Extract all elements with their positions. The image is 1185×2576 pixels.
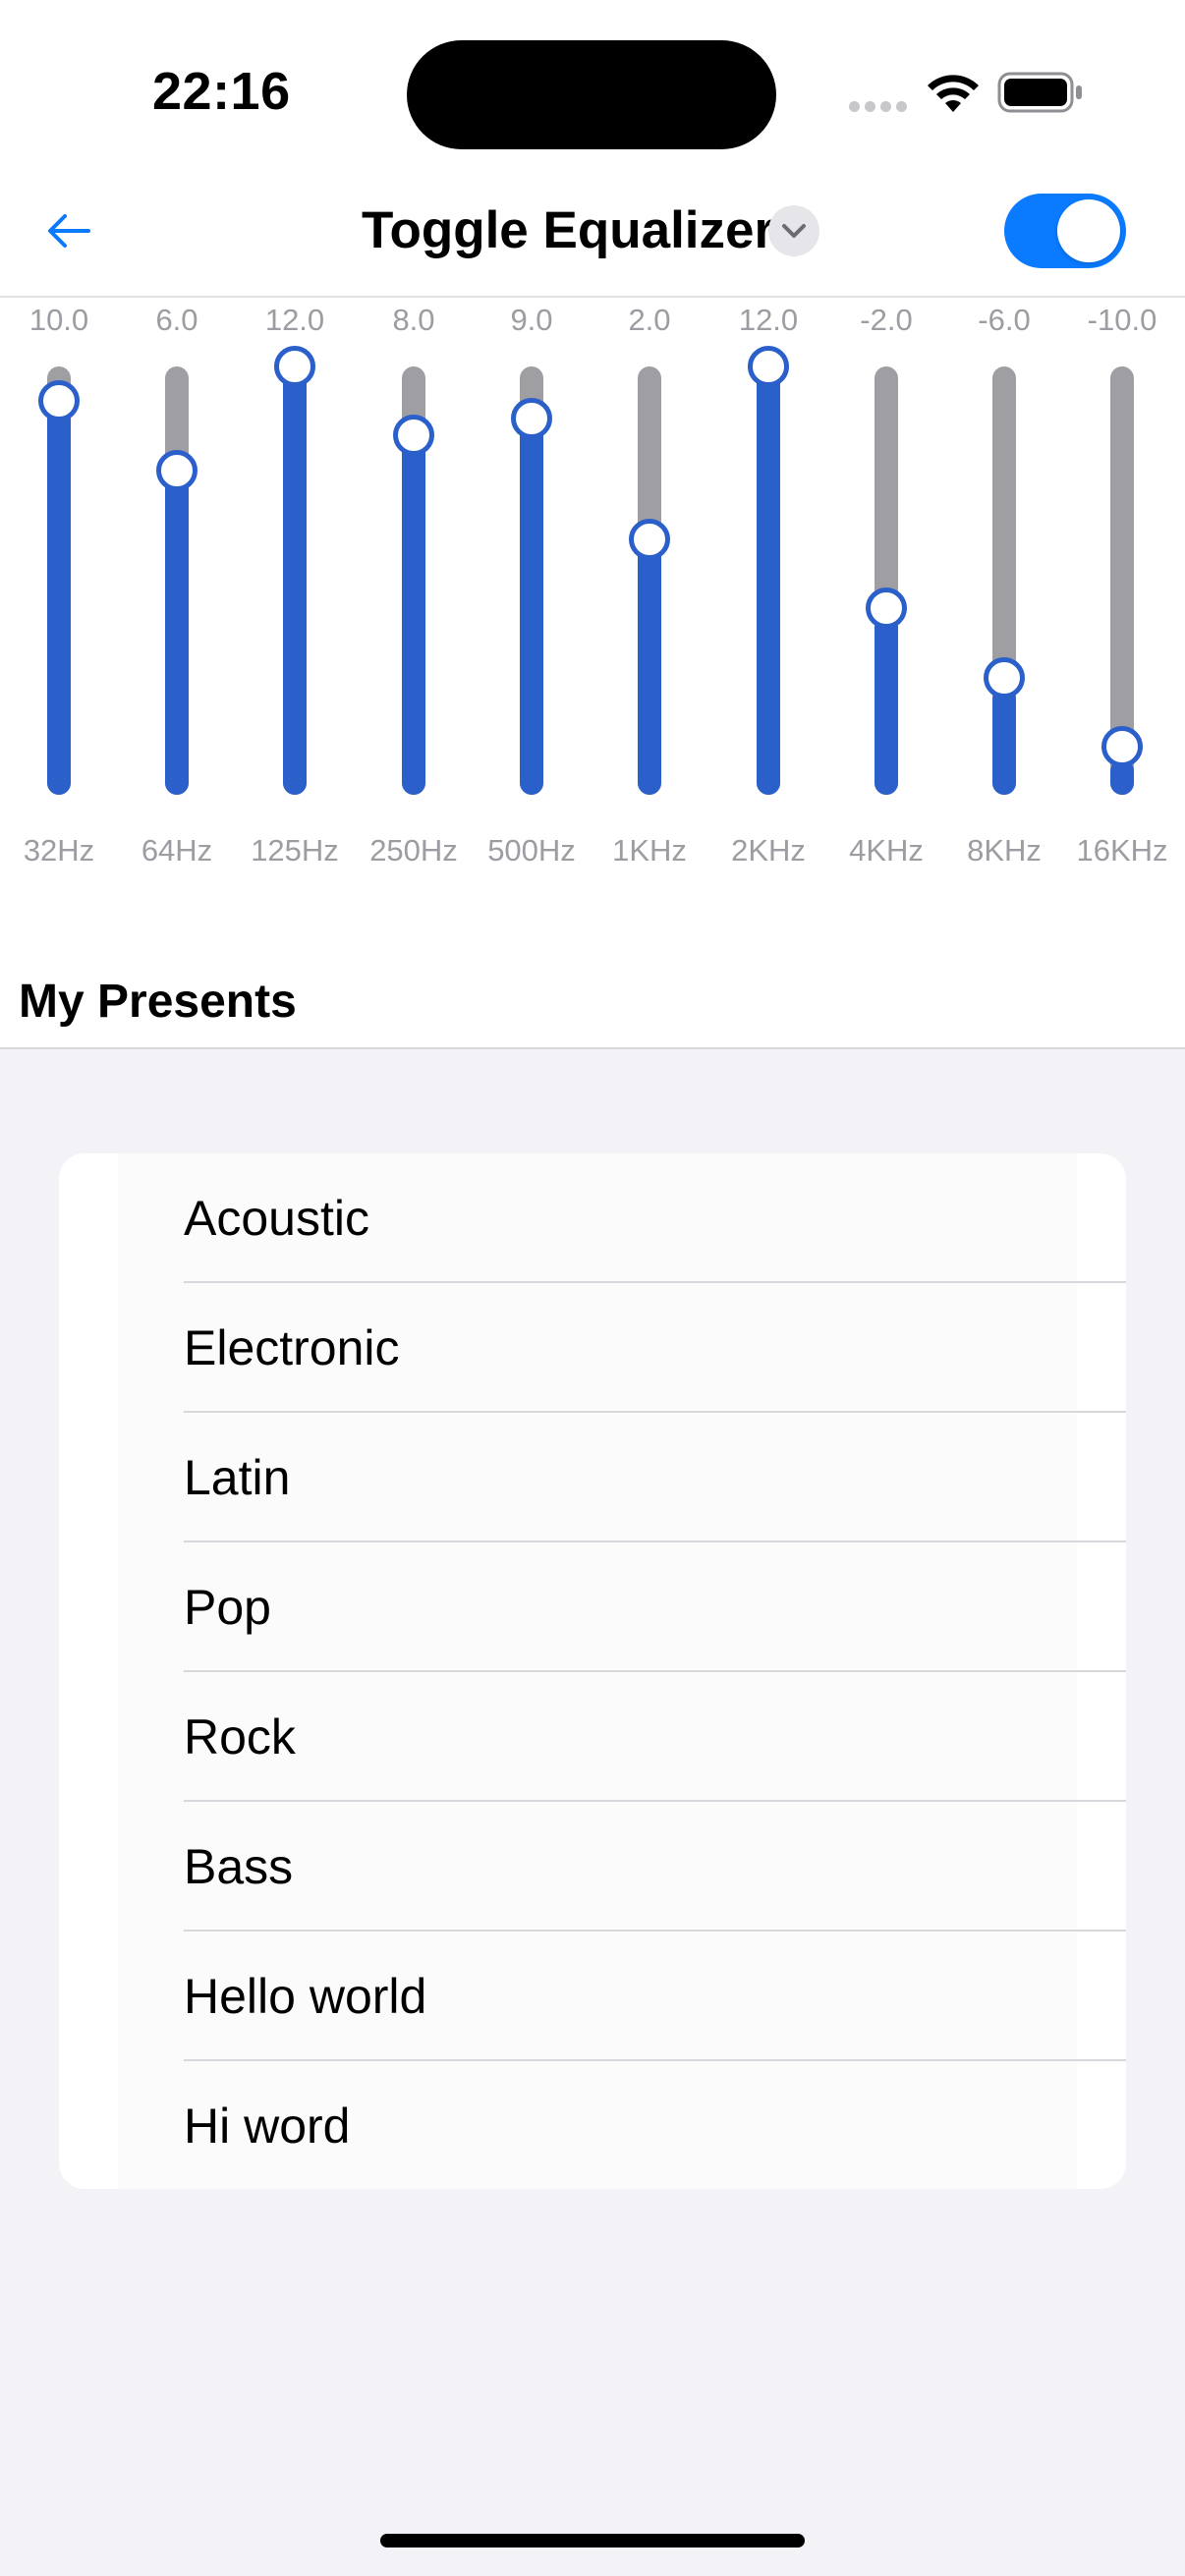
eq-slider-fill bbox=[875, 616, 898, 795]
dropdown-button[interactable] bbox=[768, 205, 819, 256]
eq-band: 6.0 64Hz bbox=[118, 295, 236, 884]
preset-item[interactable]: Latin bbox=[59, 1413, 1126, 1542]
eq-slider-track[interactable] bbox=[992, 366, 1016, 795]
eq-frequency-label: 1KHz bbox=[612, 833, 687, 868]
toggle-knob bbox=[1057, 199, 1120, 262]
eq-frequency-label: 8KHz bbox=[967, 833, 1042, 868]
eq-slider-fill bbox=[638, 544, 661, 795]
wifi-icon bbox=[928, 75, 979, 112]
eq-slider-fill bbox=[165, 474, 189, 795]
preset-item[interactable]: Hi word bbox=[59, 2061, 1126, 2189]
preset-label: Latin bbox=[184, 1450, 291, 1505]
arrow-left-icon bbox=[48, 214, 90, 248]
status-time: 22:16 bbox=[152, 62, 291, 121]
eq-slider-thumb[interactable] bbox=[274, 346, 315, 387]
eq-band: -10.0 16KHz bbox=[1063, 295, 1181, 884]
eq-frequency-label: 125Hz bbox=[251, 833, 339, 868]
preset-label: Bass bbox=[184, 1839, 294, 1894]
back-button[interactable] bbox=[39, 201, 98, 260]
preset-label: Acoustic bbox=[184, 1191, 369, 1246]
preset-item[interactable]: Electronic bbox=[59, 1283, 1126, 1413]
preset-item[interactable]: Pop bbox=[59, 1542, 1126, 1672]
preset-item[interactable]: Rock bbox=[59, 1672, 1126, 1802]
eq-value-label: -2.0 bbox=[860, 303, 913, 337]
eq-slider-thumb[interactable] bbox=[748, 346, 789, 387]
eq-value-label: 6.0 bbox=[155, 303, 198, 337]
eq-slider-fill bbox=[402, 437, 425, 795]
eq-band: 2.0 1KHz bbox=[591, 295, 708, 884]
eq-frequency-label: 2KHz bbox=[731, 833, 806, 868]
eq-slider-fill bbox=[520, 420, 543, 795]
eq-slider-fill bbox=[757, 366, 780, 795]
eq-value-label: 12.0 bbox=[264, 303, 325, 337]
eq-band: 12.0 125Hz bbox=[236, 295, 354, 884]
eq-band: 10.0 32Hz bbox=[0, 295, 118, 884]
eq-slider-track[interactable] bbox=[638, 366, 661, 795]
eq-frequency-label: 64Hz bbox=[141, 833, 213, 868]
preset-item[interactable]: Bass bbox=[59, 1802, 1126, 1932]
cellular-signal-icon bbox=[849, 101, 908, 113]
eq-slider-thumb[interactable] bbox=[393, 415, 434, 457]
eq-slider-track[interactable] bbox=[47, 366, 71, 795]
eq-frequency-label: 32Hz bbox=[23, 833, 95, 868]
eq-frequency-label: 4KHz bbox=[849, 833, 924, 868]
eq-band: 9.0 500Hz bbox=[473, 295, 591, 884]
eq-band: 12.0 2KHz bbox=[709, 295, 827, 884]
page-title: Toggle Equalizer bbox=[362, 201, 775, 259]
eq-slider-track[interactable] bbox=[875, 366, 898, 795]
eq-band: -6.0 8KHz bbox=[945, 295, 1063, 884]
equalizer-toggle[interactable] bbox=[1004, 194, 1126, 268]
preset-item[interactable]: Hello world bbox=[59, 1932, 1126, 2061]
eq-band: -2.0 4KHz bbox=[827, 295, 945, 884]
eq-value-label: 2.0 bbox=[628, 303, 671, 337]
preset-label: Electronic bbox=[184, 1320, 400, 1375]
battery-icon bbox=[997, 72, 1082, 113]
preset-label: Hello world bbox=[184, 1969, 427, 2024]
eq-slider-thumb[interactable] bbox=[629, 518, 670, 560]
eq-slider-thumb[interactable] bbox=[511, 397, 552, 439]
eq-value-label: -6.0 bbox=[978, 303, 1031, 337]
eq-frequency-label: 500Hz bbox=[487, 833, 576, 868]
eq-value-label: 10.0 bbox=[28, 303, 89, 337]
eq-frequency-label: 250Hz bbox=[369, 833, 458, 868]
eq-value-label: 9.0 bbox=[510, 303, 553, 337]
section-title: My Presents bbox=[19, 976, 297, 1028]
preset-item[interactable]: Acoustic bbox=[59, 1153, 1126, 1283]
dynamic-island bbox=[407, 40, 776, 149]
eq-frequency-label: 16KHz bbox=[1076, 833, 1168, 868]
eq-slider-thumb[interactable] bbox=[984, 656, 1025, 699]
preset-label: Rock bbox=[184, 1709, 296, 1764]
eq-slider-thumb[interactable] bbox=[156, 449, 198, 491]
preset-label: Hi word bbox=[184, 2099, 351, 2154]
eq-band: 8.0 250Hz bbox=[355, 295, 473, 884]
eq-slider-thumb[interactable] bbox=[38, 380, 80, 422]
preset-list: Acoustic Electronic Latin Pop Rock Bass Hello … bbox=[59, 1153, 1126, 2189]
eq-value-label: -10.0 bbox=[1087, 303, 1157, 337]
home-indicator[interactable] bbox=[380, 2534, 805, 2548]
eq-slider-track[interactable] bbox=[283, 366, 307, 795]
chevron-down-icon bbox=[782, 224, 806, 238]
eq-slider-fill bbox=[47, 402, 71, 795]
eq-slider-thumb[interactable] bbox=[1101, 725, 1143, 767]
eq-slider-track[interactable] bbox=[757, 366, 780, 795]
preset-label: Pop bbox=[184, 1580, 271, 1635]
eq-slider-thumb[interactable] bbox=[866, 588, 907, 630]
eq-value-label: 12.0 bbox=[738, 303, 799, 337]
eq-slider-fill bbox=[283, 366, 307, 795]
eq-slider-track[interactable] bbox=[165, 366, 189, 795]
eq-slider-fill bbox=[992, 688, 1016, 795]
eq-value-label: 8.0 bbox=[392, 303, 435, 337]
divider bbox=[0, 1047, 1185, 1049]
